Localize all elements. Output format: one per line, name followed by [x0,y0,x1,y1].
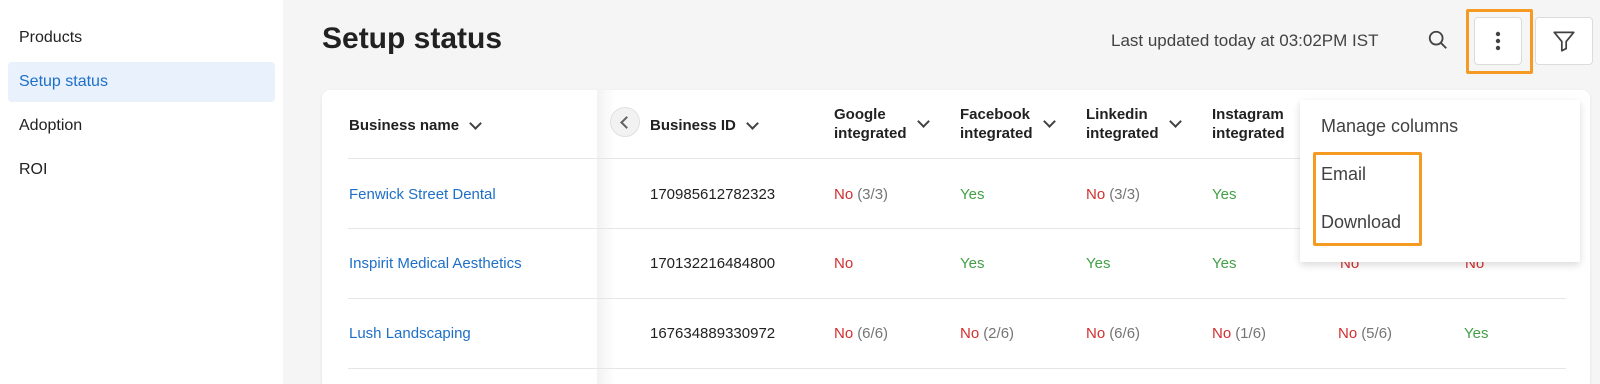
more-vertical-icon [1495,31,1501,51]
filter-icon [1553,31,1575,52]
google-status: No (6/6) [834,325,888,342]
business-name-link[interactable]: Inspirit Medical Aesthetics [349,255,522,272]
google-status: No (3/3) [834,186,888,203]
status-value: Yes [960,186,985,203]
status-count: (1/6) [1235,325,1267,342]
scroll-left-button[interactable] [610,107,640,137]
instagram-status: Yes [1212,255,1236,272]
status-count: (6/6) [857,325,889,342]
column-header-label: Business name [349,117,460,134]
linkedin-status: No (3/3) [1086,186,1140,203]
status-value: Yes [960,255,985,272]
column-header-line2: integrated [834,125,907,142]
chevron-down-icon [746,116,759,130]
column-header-instagram-integrated[interactable]: Instagram integrated [1212,105,1285,143]
linkedin-status: Yes [1086,255,1110,272]
menu-item-manage-columns[interactable]: Manage columns [1321,116,1458,137]
column-header-facebook-integrated[interactable]: Facebook integrated [960,105,1056,143]
chevron-down-icon [916,115,930,128]
status-value: No [960,325,980,342]
instagram-status: Yes [1212,186,1236,203]
column-header-line1: Facebook [960,106,1031,123]
page-title: Setup status [322,22,503,55]
status-count: (3/3) [857,186,889,203]
status-value: Yes [1464,325,1489,342]
column-header-line2: integrated [1212,125,1285,142]
business-name-link[interactable]: Lush Landscaping [349,325,471,342]
column-header-line1: Instagram [1212,106,1284,123]
google-status: No [834,255,853,272]
status-value: No [834,325,854,342]
column-header-label: Facebook integrated [960,105,1033,143]
status-value: Yes [1212,255,1237,272]
more-options-menu: Manage columns Email Download [1300,100,1580,262]
filter-button[interactable] [1535,17,1593,65]
status-value: Yes [1212,186,1237,203]
last-updated-text: Last updated today at 03:02PM IST [1111,31,1379,50]
column-header-label: Business ID [650,117,736,134]
column-header-line2: integrated [960,125,1033,142]
sidebar-item-roi[interactable]: ROI [8,150,275,190]
status-count: (3/3) [1109,186,1141,203]
facebook-status: Yes [960,255,984,272]
chevron-down-icon [469,116,482,130]
column8-status: Yes [1464,325,1488,342]
business-id: 170985612782323 [650,186,776,203]
column-header-label: Linkedin integrated [1086,105,1159,143]
chevron-down-icon [1042,115,1056,128]
column-header-line1: Linkedin [1086,106,1148,123]
status-value: No [1086,186,1106,203]
status-value: No [1338,325,1358,342]
column-header-label: Instagram integrated [1212,105,1285,143]
status-count: (5/6) [1361,325,1393,342]
status-value: No [834,255,854,272]
status-value: Yes [1086,255,1111,272]
sidebar-item-adoption[interactable]: Adoption [8,106,275,146]
sticky-column-shadow [597,90,615,384]
business-id: 167634889330972 [650,325,776,342]
search-icon [1428,30,1447,49]
column-header-business-name[interactable]: Business name [349,116,482,135]
column-header-line2: integrated [1086,125,1159,142]
business-name-link[interactable]: Fenwick Street Dental [349,186,496,203]
status-count: (6/6) [1109,325,1141,342]
instagram-status: No (1/6) [1212,325,1266,342]
more-options-button[interactable] [1474,17,1522,65]
facebook-status: Yes [960,186,984,203]
column-header-linkedin-integrated[interactable]: Linkedin integrated [1086,105,1182,143]
facebook-status: No (2/6) [960,325,1014,342]
menu-item-email[interactable]: Email [1321,164,1366,185]
chevron-down-icon [1168,115,1182,128]
status-value: No [1212,325,1232,342]
column-header-line1: Google [834,106,886,123]
sidebar-item-setup-status[interactable]: Setup status [8,62,275,102]
linkedin-status: No (6/6) [1086,325,1140,342]
sidebar-item-products[interactable]: Products [8,18,275,58]
business-id: 170132216484800 [650,255,776,272]
search-button[interactable] [1422,24,1454,56]
column-header-business-id[interactable]: Business ID [650,116,759,135]
status-value: No [1086,325,1106,342]
sidebar: Products Setup status Adoption ROI [0,0,283,384]
column-header-label: Google integrated [834,105,907,143]
column-header-google-integrated[interactable]: Google integrated [834,105,930,143]
status-value: No [834,186,854,203]
status-count: (2/6) [983,325,1015,342]
column7-status: No (5/6) [1338,325,1392,342]
menu-item-download[interactable]: Download [1321,212,1401,233]
row-divider [348,298,1566,299]
row-divider [348,368,1566,369]
